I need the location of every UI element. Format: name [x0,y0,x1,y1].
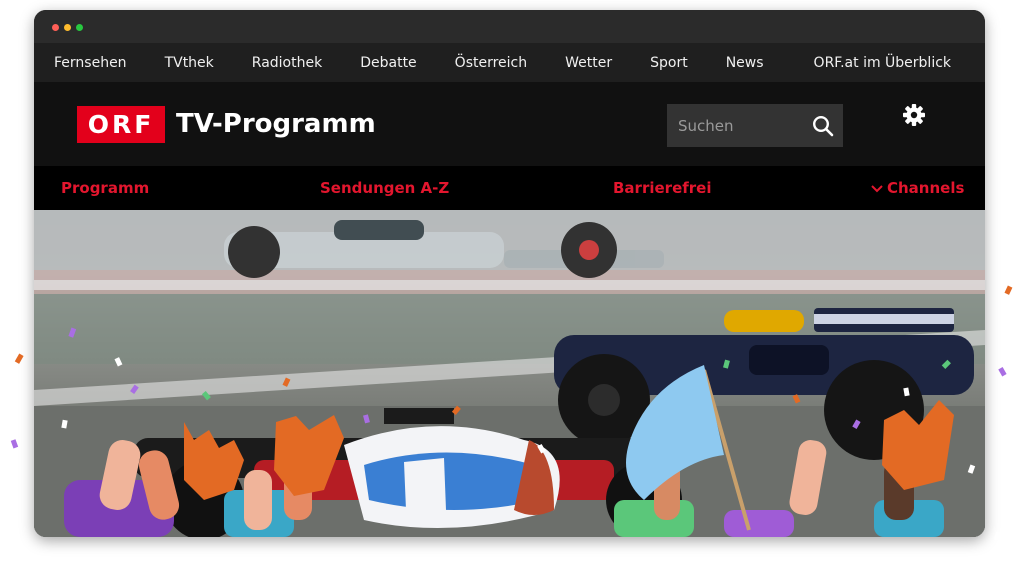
top-nav-item-tvthek[interactable]: TVthek [165,55,214,71]
minimize-window-button[interactable] [64,24,71,31]
hero-image [34,210,985,537]
settings-gear-icon[interactable] [900,101,928,129]
sub-nav-item-barrierefrei[interactable]: Barrierefrei [613,166,711,210]
program-navigation: Programm Sendungen A-Z Barrierefrei Chan… [34,166,985,210]
top-nav-item-oesterreich[interactable]: Österreich [455,55,527,71]
screenshot-stage: Fernsehen TVthek Radiothek Debatte Öster… [0,0,1024,567]
site-header: ORF TV-Programm [34,82,985,166]
top-nav-item-orf-overview[interactable]: ORF.at im Überblick [814,55,951,71]
top-nav-item-news[interactable]: News [726,55,764,71]
maximize-window-button[interactable] [76,24,83,31]
browser-window: Fernsehen TVthek Radiothek Debatte Öster… [34,10,985,537]
top-navigation: Fernsehen TVthek Radiothek Debatte Öster… [34,43,985,82]
sub-nav-item-channels[interactable]: Channels [871,166,964,210]
hero-illustration [34,210,985,537]
close-window-button[interactable] [52,24,59,31]
page-title: TV-Programm [176,109,376,139]
orf-logo-text: ORF [87,110,155,139]
search-icon[interactable] [803,104,843,147]
search-input[interactable] [667,116,803,135]
sub-nav-item-sendungen-a-z[interactable]: Sendungen A-Z [320,166,449,210]
top-nav-item-debatte[interactable]: Debatte [360,55,416,71]
sub-nav-item-programm[interactable]: Programm [61,166,149,210]
top-nav-item-wetter[interactable]: Wetter [565,55,612,71]
orf-logo[interactable]: ORF [77,106,165,143]
search-box [667,104,843,147]
top-nav-item-fernsehen[interactable]: Fernsehen [54,55,127,71]
chevron-down-icon [871,185,883,193]
top-nav-item-sport[interactable]: Sport [650,55,688,71]
window-titlebar [34,10,985,43]
top-nav-item-radiothek[interactable]: Radiothek [252,55,322,71]
channels-label: Channels [887,179,965,197]
